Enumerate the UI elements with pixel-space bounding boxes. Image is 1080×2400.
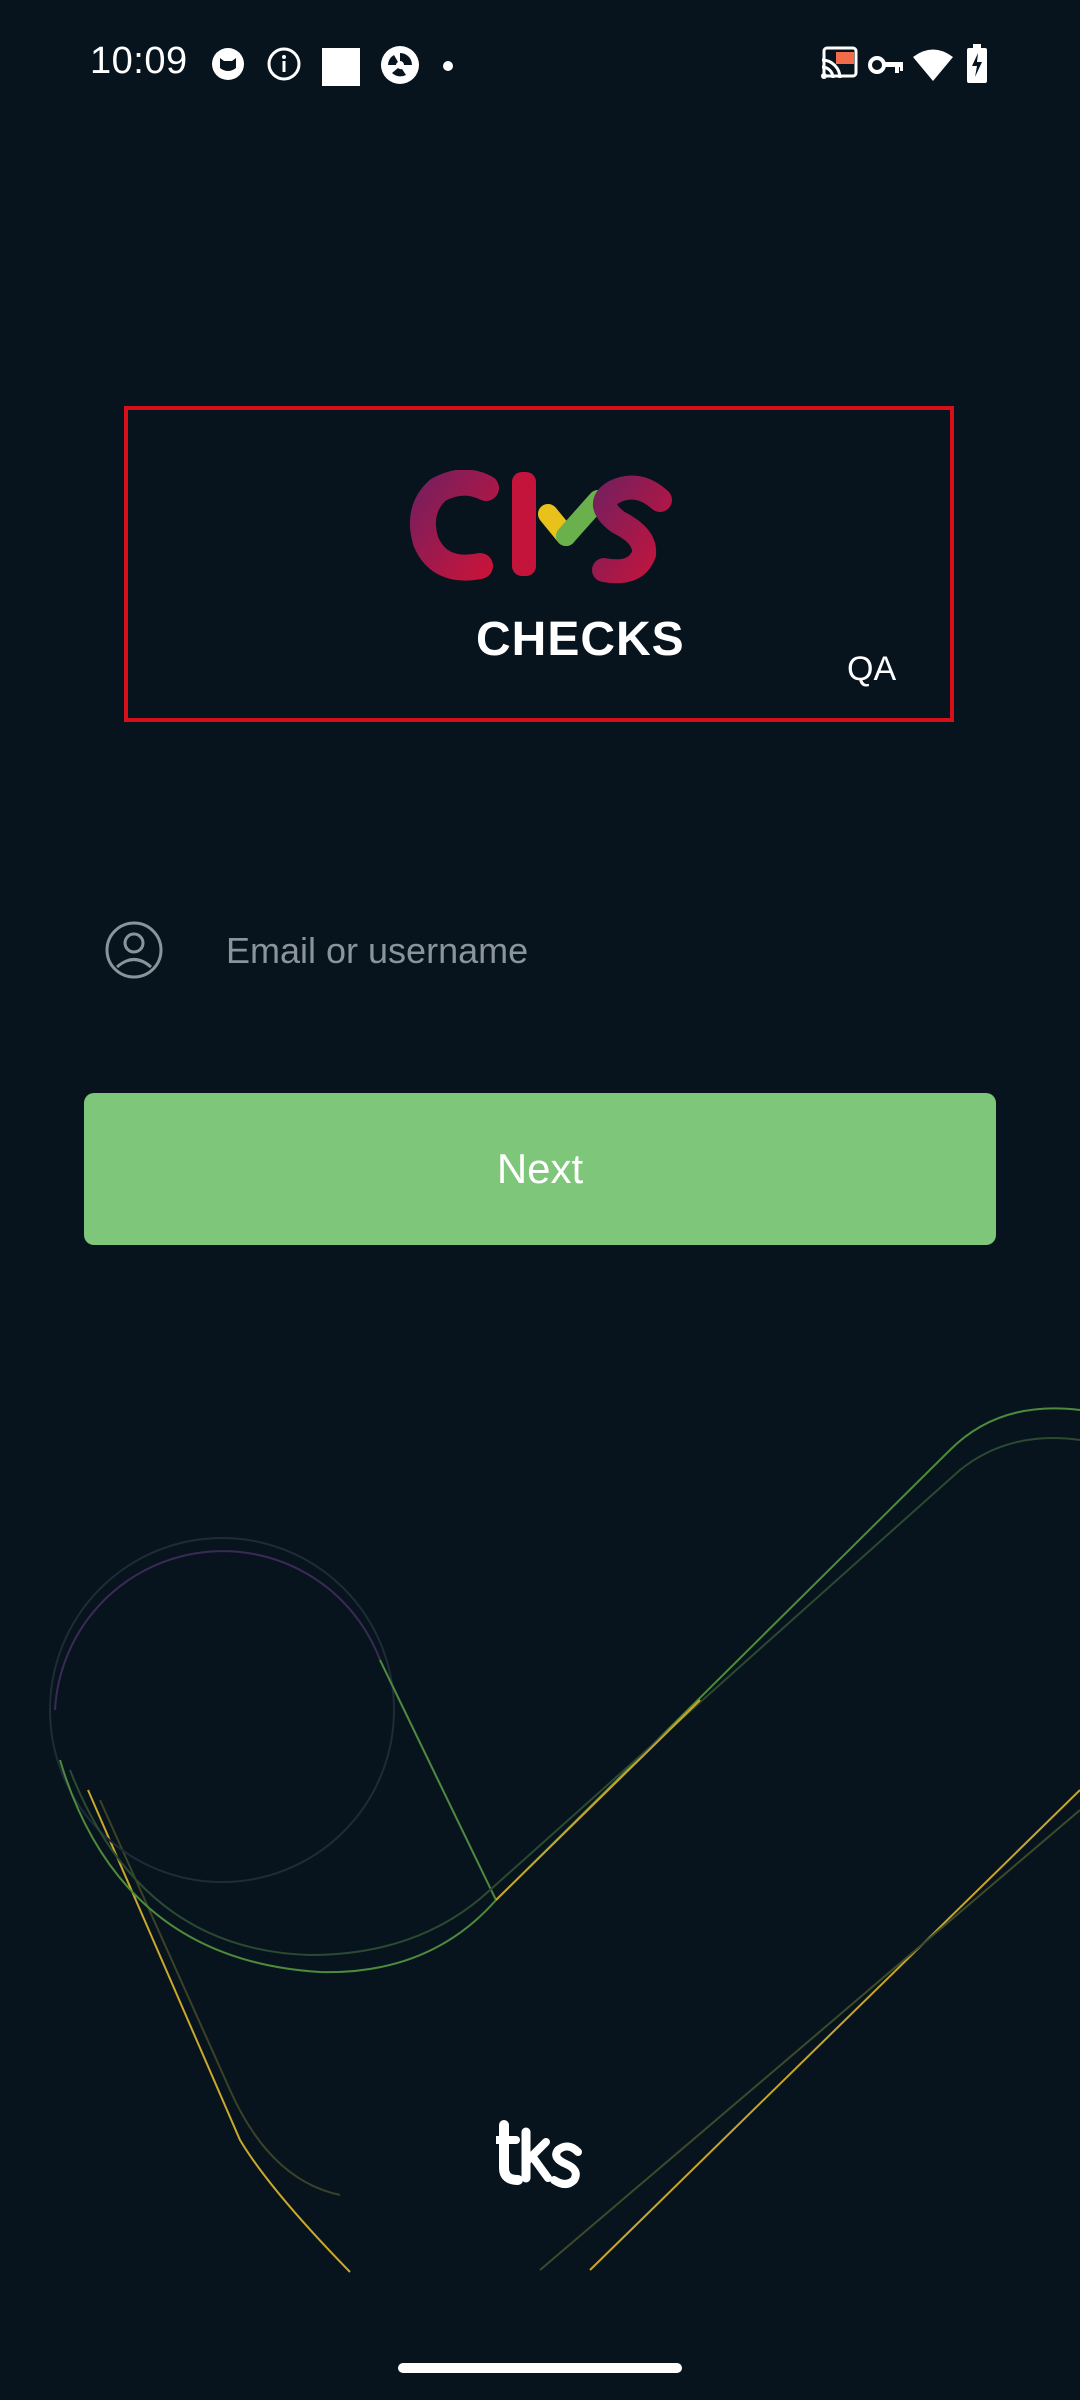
email-input-row bbox=[84, 900, 1004, 1000]
logo-wordmark: CHECKS bbox=[476, 613, 685, 666]
app-logo-frame: CHECKS QA bbox=[124, 406, 954, 722]
vpn-key-icon bbox=[868, 56, 903, 74]
wifi-icon bbox=[913, 49, 953, 81]
shutter-app-icon bbox=[381, 46, 419, 84]
checks-logo-mark bbox=[410, 470, 672, 584]
home-gesture-bar[interactable] bbox=[398, 2363, 682, 2373]
next-button[interactable]: Next bbox=[84, 1093, 996, 1245]
environment-label: QA bbox=[847, 650, 897, 688]
square-app-icon bbox=[322, 48, 360, 86]
cat-face-icon bbox=[212, 48, 244, 80]
battery-charging-icon bbox=[967, 44, 987, 83]
email-username-input[interactable] bbox=[224, 918, 988, 984]
status-clock: 10:09 bbox=[90, 40, 188, 82]
cast-icon bbox=[821, 46, 858, 79]
status-bar: 10:09 bbox=[0, 0, 1080, 136]
tks-footer-logo bbox=[496, 2120, 582, 2188]
user-account-icon bbox=[105, 921, 163, 979]
info-icon bbox=[267, 47, 301, 81]
notification-dot-icon bbox=[443, 61, 453, 71]
